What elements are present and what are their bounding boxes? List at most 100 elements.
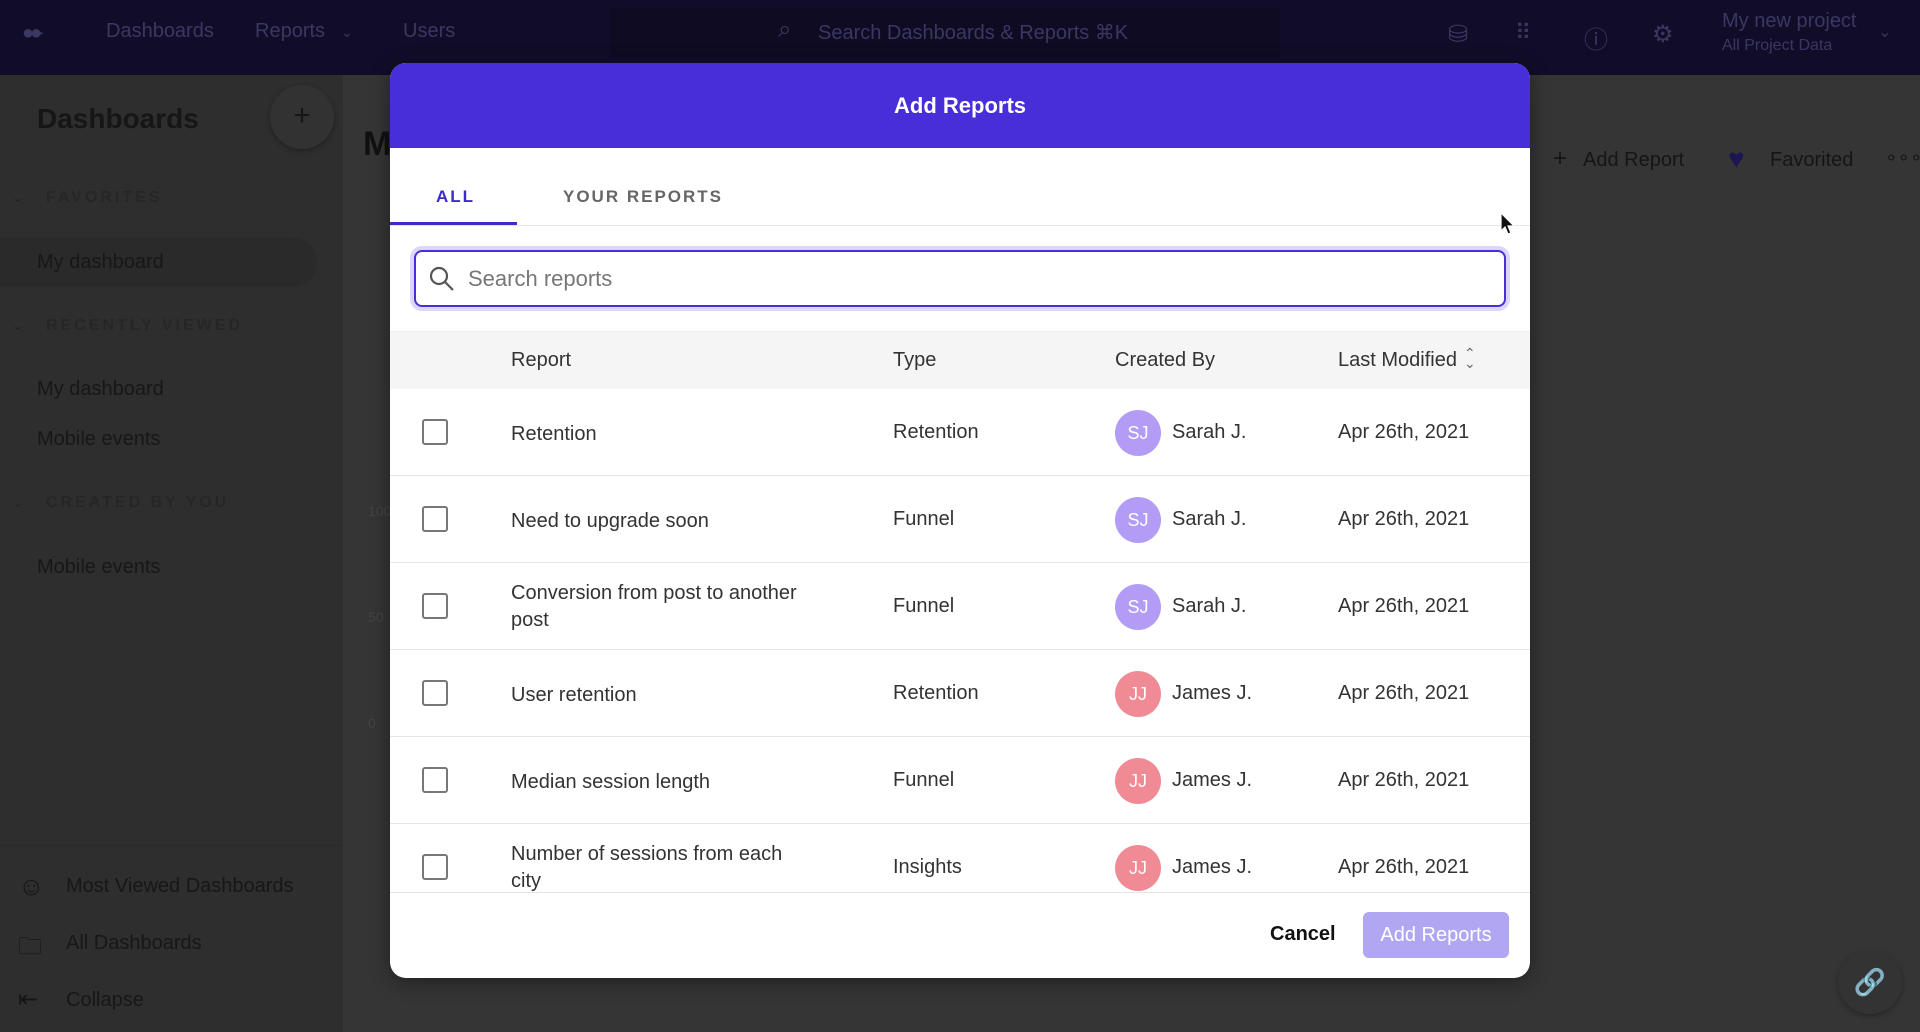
y-tick: 50: [368, 609, 384, 625]
plus-icon: +: [1553, 145, 1568, 172]
last-modified: Apr 26th, 2021: [1338, 769, 1470, 791]
last-modified: Apr 26th, 2021: [1338, 682, 1470, 704]
apps-grid-icon[interactable]: ⠿: [1515, 20, 1531, 46]
row-checkbox[interactable]: [422, 680, 448, 706]
table-row[interactable]: Retention Retention SJ Sarah J. Apr 26th…: [390, 389, 1530, 476]
add-report-link[interactable]: Add Report: [1583, 149, 1684, 172]
y-tick: 100: [368, 503, 392, 519]
global-search-placeholder: Search Dashboards & Reports ⌘K: [818, 22, 1129, 44]
report-name: Number of sessions from each city: [511, 843, 783, 892]
gear-icon[interactable]: ⚙: [1652, 20, 1674, 49]
col-last-modified[interactable]: Last Modified: [1338, 349, 1457, 372]
y-tick: 0: [368, 715, 376, 731]
report-type: Funnel: [893, 595, 955, 617]
sidebar-item-my-dashboard[interactable]: My dashboard: [37, 378, 164, 401]
heart-icon[interactable]: ♥: [1728, 143, 1745, 175]
favorited-label[interactable]: Favorited: [1770, 149, 1853, 172]
help-icon[interactable]: ⓘ: [1584, 20, 1608, 55]
search-reports-input[interactable]: [468, 260, 1468, 298]
active-tab-indicator: [390, 222, 517, 225]
report-type: Insights: [893, 856, 962, 878]
last-modified: Apr 26th, 2021: [1338, 508, 1470, 530]
sidebar: Dashboards + ⌄ FAVORITES My dashboard ⌄ …: [0, 75, 343, 1032]
table-row[interactable]: Need to upgrade soon Funnel SJ Sarah J. …: [390, 476, 1530, 563]
avatar: SJ: [1115, 410, 1161, 456]
add-reports-button[interactable]: Add Reports: [1363, 912, 1509, 958]
col-report[interactable]: Report: [511, 349, 571, 372]
sidebar-item-my-dashboard[interactable]: My dashboard: [37, 251, 164, 274]
report-type: Retention: [893, 421, 979, 443]
sidebar-item-mobile-events[interactable]: Mobile events: [37, 428, 160, 451]
more-icon[interactable]: ∘∘∘: [1885, 145, 1920, 170]
report-name: Conversion from post to another post: [511, 582, 797, 631]
add-dashboard-button[interactable]: +: [270, 85, 334, 149]
creator-name: James J.: [1172, 682, 1253, 704]
project-name[interactable]: My new project: [1722, 10, 1857, 33]
divider: [0, 845, 343, 846]
search-icon: ⌕: [778, 16, 792, 43]
sidebar-title: Dashboards: [37, 103, 199, 134]
avatar: SJ: [1115, 497, 1161, 543]
table-header: Report Type Created By Last Modified ⌃ ⌄: [390, 331, 1530, 389]
last-modified: Apr 26th, 2021: [1338, 595, 1470, 617]
chevron-down-icon[interactable]: ⌄: [12, 189, 24, 206]
row-checkbox[interactable]: [422, 419, 448, 445]
row-checkbox[interactable]: [422, 593, 448, 619]
last-modified: Apr 26th, 2021: [1338, 856, 1470, 878]
table-row[interactable]: Median session length Funnel JJ James J.…: [390, 737, 1530, 824]
collapse-link[interactable]: Collapse: [66, 989, 144, 1012]
smiley-icon: ☺: [18, 871, 45, 901]
chevron-down-icon[interactable]: ⌄: [12, 317, 24, 334]
col-created-by[interactable]: Created By: [1115, 349, 1215, 372]
cancel-button[interactable]: Cancel: [1270, 923, 1336, 946]
collapse-icon: ⇤: [18, 986, 39, 1013]
sidebar-item-mobile-events[interactable]: Mobile events: [37, 556, 160, 579]
add-reports-modal: Add Reports ALL YOUR REPORTS Report Type…: [390, 63, 1530, 978]
mouse-cursor-icon: [1500, 212, 1516, 235]
nav-reports[interactable]: Reports: [255, 20, 325, 43]
creator-name: James J.: [1172, 856, 1253, 878]
report-name: User retention: [511, 684, 637, 706]
table-row[interactable]: User retention Retention JJ James J. Apr…: [390, 650, 1530, 737]
row-checkbox[interactable]: [422, 854, 448, 880]
logo-icon[interactable]: ●●·: [22, 22, 45, 45]
modal-title: Add Reports: [390, 63, 1530, 148]
nav-dashboards[interactable]: Dashboards: [106, 20, 214, 43]
avatar: SJ: [1115, 584, 1161, 630]
row-checkbox[interactable]: [422, 506, 448, 532]
table-row[interactable]: Number of sessions from each city Insigh…: [390, 824, 1530, 892]
most-viewed-link[interactable]: Most Viewed Dashboards: [66, 875, 294, 898]
report-name: Median session length: [511, 771, 711, 793]
chevron-down-icon[interactable]: ⌄: [12, 494, 24, 511]
nav-users[interactable]: Users: [403, 20, 455, 43]
search-icon: [429, 266, 454, 291]
last-modified: Apr 26th, 2021: [1338, 421, 1470, 443]
creator-name: Sarah J.: [1172, 508, 1247, 530]
row-checkbox[interactable]: [422, 767, 448, 793]
section-recently-viewed[interactable]: RECENTLY VIEWED: [46, 317, 243, 335]
section-favorites[interactable]: FAVORITES: [46, 189, 163, 207]
reports-table: Retention Retention SJ Sarah J. Apr 26th…: [390, 389, 1530, 893]
avatar: JJ: [1115, 758, 1161, 804]
tab-your-reports[interactable]: YOUR REPORTS: [563, 187, 723, 207]
global-search[interactable]: ⌕ Search Dashboards & Reports ⌘K: [610, 8, 1280, 58]
report-type: Funnel: [893, 508, 955, 530]
avatar: JJ: [1115, 671, 1161, 717]
sort-icon[interactable]: ⌃ ⌄: [1464, 346, 1476, 370]
chevron-down-icon[interactable]: ⌄: [1878, 22, 1891, 42]
avatar: JJ: [1115, 845, 1161, 891]
search-reports-field[interactable]: [414, 250, 1506, 307]
report-type: Funnel: [893, 769, 955, 791]
col-type[interactable]: Type: [893, 349, 936, 372]
project-sub: All Project Data: [1722, 37, 1833, 54]
section-created-by-you[interactable]: CREATED BY YOU: [46, 494, 229, 512]
report-type: Retention: [893, 682, 979, 704]
tab-divider: [390, 225, 1530, 226]
database-icon[interactable]: ⛁: [1448, 20, 1468, 49]
report-name: Need to upgrade soon: [511, 510, 709, 532]
creator-name: Sarah J.: [1172, 595, 1247, 617]
all-dashboards-link[interactable]: All Dashboards: [66, 932, 202, 955]
link-button[interactable]: 🔗: [1838, 950, 1902, 1014]
table-row[interactable]: Conversion from post to another post Fun…: [390, 563, 1530, 650]
tab-all[interactable]: ALL: [436, 187, 475, 207]
